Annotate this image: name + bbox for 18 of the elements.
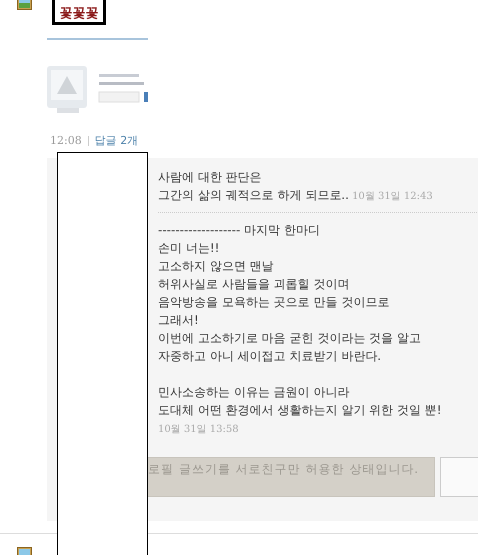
- comment-text: 고소하지 않으면 맨날: [158, 259, 274, 273]
- comment-text: 자중하고 아니 세이접고 치료받기 바란다.: [158, 349, 382, 363]
- comment-text: 민사소송하는 이유는 금원이 아니라: [158, 385, 350, 399]
- comment-text: 사람에 대한 판단은: [158, 170, 262, 184]
- post-time: 12:08: [50, 132, 82, 149]
- comment-text: 손미 너는!!: [158, 241, 220, 255]
- author-tag: 꽃꽃꽃: [52, 0, 106, 25]
- comment-text: ------------------- 마지막 한마디: [158, 223, 320, 237]
- comment-time: 10월 31일 12:43: [351, 191, 433, 202]
- comment-text: 허위사실로 사람들을 괴롭힐 것이며: [158, 277, 350, 291]
- reply-count-link[interactable]: 답글 2개: [94, 132, 138, 150]
- comment-text: 이번에 고소하기로 마음 굳힌 것이라는 것을 알고: [158, 331, 421, 345]
- comment-text: 음악방송을 모욕하는 곳으로 만들 것이므로: [158, 295, 390, 309]
- comment-text: 그간의 삶의 궤적으로 하게 되므로..: [158, 188, 349, 202]
- submit-button[interactable]: [440, 457, 478, 497]
- comment-text: 도대체 어떤 환경에서 생활하는지 알기 위한 것일 뿐!: [158, 403, 442, 417]
- comment-text: 그래서!: [158, 313, 199, 327]
- comment-time: 10월 31일 13:58: [158, 424, 239, 435]
